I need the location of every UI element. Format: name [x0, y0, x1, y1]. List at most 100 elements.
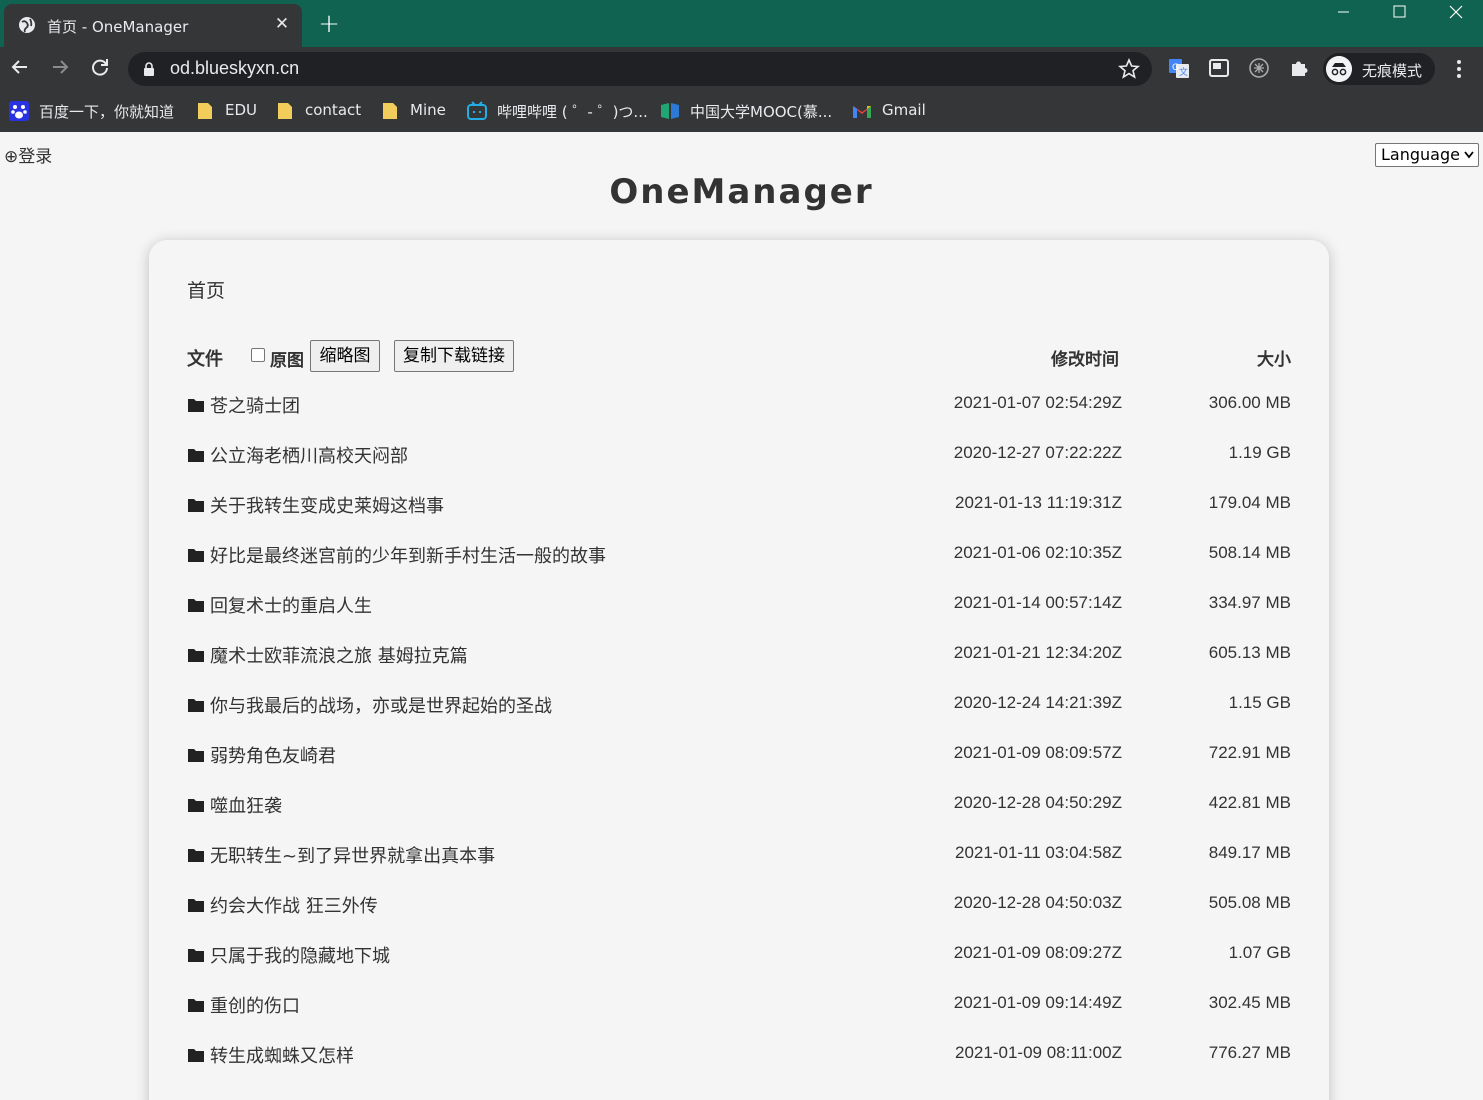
file-modified-time: 2021-01-11 03:04:58Z — [955, 843, 1122, 862]
bilibili-icon — [467, 101, 487, 120]
tab-close-icon[interactable]: ✕ — [272, 14, 292, 34]
file-row[interactable]: 苍之骑士团 2021-01-07 02:54:29Z 306.00 MB — [187, 388, 1291, 438]
file-modified-time: 2020-12-28 04:50:03Z — [953, 893, 1122, 912]
file-name-link[interactable]: 转生成蜘蛛又怎样 — [210, 1042, 354, 1068]
minimize-icon[interactable] — [1316, 0, 1372, 30]
file-size: 179.04 MB — [1208, 493, 1291, 512]
folder-icon — [188, 749, 204, 762]
file-modified-time: 2021-01-09 08:11:00Z — [955, 1043, 1122, 1062]
back-arrow-icon[interactable] — [8, 55, 32, 79]
thumbnail-button[interactable]: 缩略图 — [310, 340, 380, 372]
extension-badge-icon[interactable] — [1248, 57, 1270, 79]
page-content: ⊕登录 Language OneManager 首页 文件 原图 缩略图 复制下… — [0, 132, 1483, 1100]
file-row[interactable]: 关于我转生变成史莱姆这档事 2021-01-13 11:19:31Z 179.04 … — [187, 488, 1291, 538]
file-name-link[interactable]: 苍之骑士团 — [210, 392, 300, 418]
folder-icon — [188, 549, 204, 562]
folder-icon — [198, 103, 212, 119]
file-modified-time: 2021-01-13 11:19:31Z — [955, 493, 1122, 512]
file-list-card: 首页 文件 原图 缩略图 复制下载链接 修改时间 大小 苍之骑士团 2021-01… — [149, 240, 1329, 1100]
incognito-icon — [1326, 56, 1352, 82]
file-row[interactable]: 无职转生~到了异世界就拿出真本事 2021-01-11 03:04:58Z 849.… — [187, 838, 1291, 888]
folder-icon — [188, 399, 204, 412]
bookmark-label: Mine — [410, 101, 446, 119]
file-name-link[interactable]: 公立海老栖川高校天闷部 — [210, 442, 408, 468]
breadcrumb[interactable]: 首页 — [187, 276, 225, 303]
file-name-link[interactable]: 约会大作战 狂三外传 — [210, 892, 378, 918]
file-row[interactable]: 好比是最终迷宫前的少年到新手村生活一般的故事 2021-01-06 02:10:3… — [187, 538, 1291, 588]
file-row[interactable]: 只属于我的隐藏地下城 2021-01-09 08:09:27Z 1.07 GB — [187, 938, 1291, 988]
folder-icon — [188, 449, 204, 462]
file-row[interactable]: 转生成蜘蛛又怎样 2021-01-09 08:11:00Z 776.27 MB — [187, 1038, 1291, 1088]
file-list: 苍之骑士团 2021-01-07 02:54:29Z 306.00 MB 公立海老栖川… — [187, 388, 1291, 1088]
folder-icon — [188, 649, 204, 662]
file-row[interactable]: 公立海老栖川高校天闷部 2020-12-27 07:22:22Z 1.19 GB — [187, 438, 1291, 488]
mooc-icon — [661, 103, 679, 119]
original-image-checkbox[interactable] — [251, 348, 265, 362]
incognito-label: 无痕模式 — [1362, 62, 1423, 80]
file-modified-time: 2021-01-09 08:09:27Z — [953, 943, 1122, 962]
address-bar[interactable]: od.blueskyxn.cn — [128, 52, 1152, 86]
file-size: 306.00 MB — [1208, 393, 1291, 412]
bookmark-label: EDU — [225, 101, 258, 119]
file-size: 422.81 MB — [1208, 793, 1291, 812]
file-name-link[interactable]: 你与我最后的战场，亦或是世界起始的圣战 — [210, 692, 552, 718]
svg-text:文: 文 — [1179, 66, 1188, 78]
reload-icon[interactable] — [88, 55, 112, 79]
file-row[interactable]: 重创的伤口 2021-01-09 09:14:49Z 302.45 MB — [187, 988, 1291, 1038]
file-name-link[interactable]: 关于我转生变成史莱姆这档事 — [210, 492, 444, 518]
file-name-link[interactable]: 好比是最终迷宫前的少年到新手村生活一般的故事 — [210, 542, 606, 568]
folder-icon — [188, 849, 204, 862]
folder-icon — [188, 599, 204, 612]
file-row[interactable]: 回复术士的重启人生 2021-01-14 00:57:14Z 334.97 MB — [187, 588, 1291, 638]
folder-icon — [278, 103, 292, 119]
file-row[interactable]: 魔术士欧菲流浪之旅 基姆拉克篇 2021-01-21 12:34:20Z 605.1… — [187, 638, 1291, 688]
extensions-puzzle-icon[interactable] — [1288, 57, 1310, 79]
column-header-size: 大小 — [1257, 350, 1291, 370]
file-size: 605.13 MB — [1208, 643, 1291, 662]
maximize-icon[interactable] — [1372, 0, 1428, 30]
file-size: 1.15 GB — [1228, 693, 1291, 712]
file-name-link[interactable]: 回复术士的重启人生 — [210, 592, 372, 618]
file-row[interactable]: 弱势角色友崎君 2021-01-09 08:09:57Z 722.91 MB — [187, 738, 1291, 788]
new-tab-plus-icon[interactable]: + — [316, 11, 342, 37]
file-name-link[interactable]: 魔术士欧菲流浪之旅 基姆拉克篇 — [210, 642, 468, 668]
file-row[interactable]: 噬血狂袭 2020-12-28 04:50:29Z 422.81 MB — [187, 788, 1291, 838]
site-title: OneManager — [609, 172, 874, 212]
folder-icon — [383, 103, 397, 119]
bookmark-star-icon[interactable] — [1118, 58, 1140, 80]
language-select[interactable]: Language — [1375, 143, 1479, 167]
tab-title: 首页 - OneManager — [47, 18, 189, 36]
window-close-icon[interactable] — [1428, 0, 1483, 30]
folder-icon — [188, 899, 204, 912]
file-name-link[interactable]: 只属于我的隐藏地下城 — [210, 942, 390, 968]
lock-icon[interactable] — [143, 62, 155, 76]
file-name-link[interactable]: 重创的伤口 — [210, 992, 300, 1018]
forward-arrow-icon[interactable] — [48, 55, 72, 79]
translate-icon[interactable]: G 文 — [1168, 57, 1190, 79]
more-menu-icon[interactable] — [1447, 57, 1471, 81]
file-modified-time: 2020-12-28 04:50:29Z — [953, 793, 1122, 812]
file-name-link[interactable]: 弱势角色友崎君 — [210, 742, 336, 768]
file-modified-time: 2021-01-21 12:34:20Z — [953, 643, 1122, 662]
url-text[interactable]: od.blueskyxn.cn — [170, 58, 299, 79]
file-name-link[interactable]: 噬血狂袭 — [210, 792, 282, 818]
incognito-profile-button[interactable]: 无痕模式 — [1323, 53, 1435, 85]
file-size: 505.08 MB — [1208, 893, 1291, 912]
picture-in-picture-icon[interactable] — [1208, 57, 1230, 79]
bookmark-label: 百度一下，你就知道 — [39, 103, 175, 121]
login-link[interactable]: ⊕登录 — [4, 142, 52, 167]
file-row[interactable]: 约会大作战 狂三外传 2020-12-28 04:50:03Z 505.08 MB — [187, 888, 1291, 938]
file-name-link[interactable]: 无职转生~到了异世界就拿出真本事 — [210, 842, 495, 868]
browser-tab[interactable]: 首页 - OneManager ✕ — [4, 4, 302, 47]
globe-icon — [19, 17, 35, 33]
folder-icon — [188, 949, 204, 962]
file-size: 776.27 MB — [1208, 1043, 1291, 1062]
bookmark-label: 哔哩哔哩 ( ゜- ゜)つ... — [497, 103, 648, 121]
chevron-down-icon — [1464, 151, 1474, 159]
svg-text:G: G — [1172, 63, 1179, 73]
bookmark-label: 中国大学MOOC(慕... — [690, 103, 833, 121]
file-size: 508.14 MB — [1208, 543, 1291, 562]
copy-download-links-button[interactable]: 复制下载链接 — [394, 340, 514, 372]
file-row[interactable]: 你与我最后的战场，亦或是世界起始的圣战 2020-12-24 14:21:39Z 1… — [187, 688, 1291, 738]
baidu-icon — [9, 101, 29, 121]
